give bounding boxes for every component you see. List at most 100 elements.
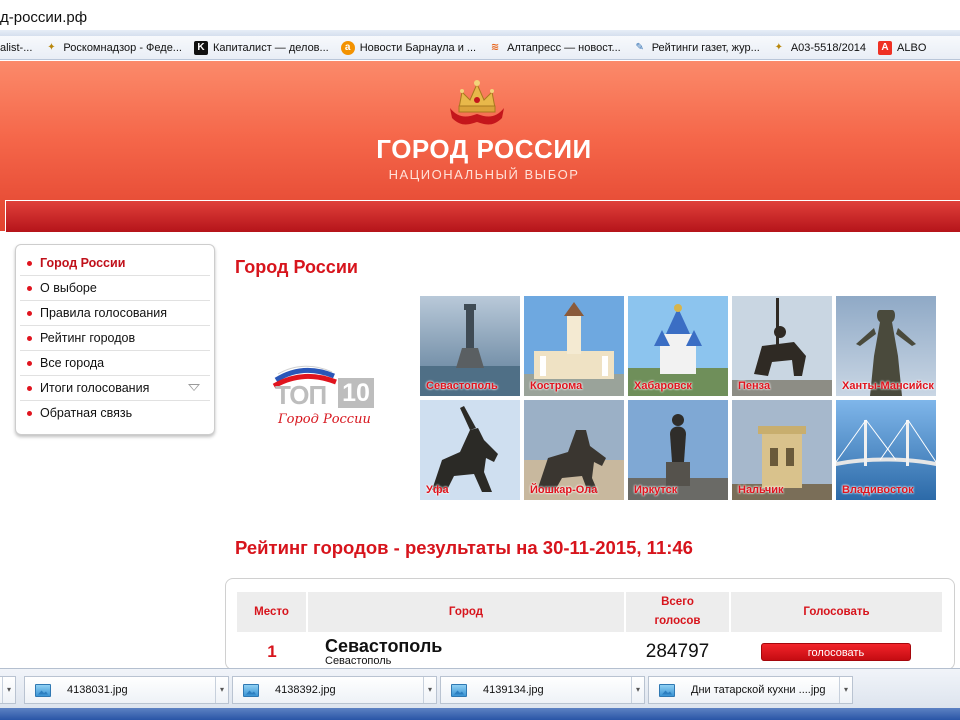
bookmark-label: ALBO (897, 41, 927, 54)
chevron-down-icon[interactable]: ▾ (423, 677, 436, 703)
city-tile-vladivostok[interactable]: Владивосток (836, 400, 936, 500)
bookmark-item[interactable]: ✦ Роскомнадзор - Феде... (44, 41, 182, 55)
sidebar-item-obratnaya-svyaz[interactable]: Обратная связь (20, 401, 210, 426)
image-file-icon (451, 683, 467, 697)
red-navbar (5, 200, 960, 232)
city-label: Йошкар-Ола (530, 484, 598, 496)
bullet-icon (27, 386, 32, 391)
top10-script: Город России (278, 412, 371, 427)
download-item-partial[interactable]: ▾ (0, 676, 16, 704)
sidebar-item-itogi[interactable]: Итоги голосования (20, 376, 210, 401)
image-file-icon (243, 683, 259, 697)
city-photo-grid: Севастополь Кострома Хабаровск Пенза Хан… (420, 296, 938, 500)
bullet-icon (27, 286, 32, 291)
sidebar-menu: Город России О выборе Правила голосовани… (15, 244, 215, 435)
bookmark-item[interactable]: ✎ Рейтинги газет, жур... (633, 41, 760, 55)
col-header-place: Место (237, 592, 308, 632)
sidebar-item-label: Обратная связь (40, 406, 133, 420)
sidebar-item-vse-goroda[interactable]: Все города (20, 351, 210, 376)
sidebar-item-gorod-rossii[interactable]: Город России (20, 251, 210, 276)
wave-icon: ≋ (490, 41, 500, 53)
chevron-down-icon[interactable]: ▾ (839, 677, 852, 703)
bookmark-label: А03-5518/2014 (790, 41, 867, 54)
col-header-vote: Голосовать (730, 592, 942, 632)
city-label: Севастополь (426, 380, 498, 392)
sidebar-item-label: Итоги голосования (40, 381, 150, 395)
rating-title: Рейтинг городов - результаты на 30-11-20… (235, 537, 693, 558)
city-label: Хабаровск (634, 380, 692, 392)
city-label: Кострома (530, 380, 583, 392)
bookmark-label: Роскомнадзор - Феде... (63, 41, 182, 54)
url-text[interactable]: д-россии.рф (0, 9, 87, 26)
bullet-icon (27, 361, 32, 366)
rating-table-box: Место Город Всего голосов Голосовать 1 С… (225, 578, 955, 670)
download-item[interactable]: 4139134.jpg ▾ (440, 676, 645, 704)
bookmark-label: Рейтинги газет, жур... (651, 41, 760, 54)
city-label: Пенза (738, 380, 771, 392)
vote-cell: голосовать (730, 632, 942, 669)
sidebar-item-pravila[interactable]: Правила голосования (20, 301, 210, 326)
city-tile-kostroma[interactable]: Кострома (524, 296, 624, 396)
download-item[interactable]: 4138392.jpg ▾ (232, 676, 437, 704)
city-label: Ханты-Мансийск (842, 380, 934, 392)
city-label: Нальчик (738, 484, 784, 496)
top10-top-text: ТОП (275, 380, 327, 410)
sidebar-item-label: О выборе (40, 281, 97, 295)
top10-number: 10 (338, 378, 374, 408)
city-label: Владивосток (842, 484, 914, 496)
bullet-icon (27, 336, 32, 341)
emblem-icon: ✦ (774, 41, 783, 53)
chevron-down-icon[interactable]: ▾ (2, 677, 15, 703)
bookmark-item[interactable]: ✦ А03-5518/2014 (772, 41, 866, 55)
image-file-icon (35, 683, 51, 697)
sidebar-item-label: Рейтинг городов (40, 331, 136, 345)
city-tile-penza[interactable]: Пенза (732, 296, 832, 396)
col-header-votes: Всего голосов (625, 592, 731, 632)
download-filename: 4139134.jpg (483, 684, 544, 696)
newspaper-icon: ✎ (635, 41, 644, 53)
sidebar-item-label: Все города (40, 356, 105, 370)
download-bar: ▾ 4138031.jpg ▾ 4138392.jpg ▾ 4139134.jpg ▾… (0, 668, 960, 708)
bookmark-item[interactable]: K Капиталист — делов... (193, 40, 329, 55)
city-tile-yoshkar-ola[interactable]: Йошкар-Ола (524, 400, 624, 500)
sidebar-item-o-vybore[interactable]: О выборе (20, 276, 210, 301)
sidebar-item-label: Город России (40, 256, 126, 270)
site-title: ГОРОД РОССИИ (376, 134, 592, 164)
chevron-down-icon[interactable] (188, 384, 200, 391)
place-cell: 1 (267, 642, 277, 661)
city-label: Иркутск (634, 484, 678, 496)
votes-cell: 284797 (645, 641, 710, 662)
bookmark-item[interactable]: ≋ Алтапресс — новост... (488, 41, 621, 55)
city-tile-irkutsk[interactable]: Иркутск (628, 400, 728, 500)
city-tile-nalchik[interactable]: Нальчик (732, 400, 832, 500)
download-filename: 4138392.jpg (275, 684, 336, 696)
city-tile-khabarovsk[interactable]: Хабаровск (628, 296, 728, 396)
download-filename: Дни татарской кухни ....jpg (691, 684, 826, 696)
city-tile-sevastopol[interactable]: Севастополь (420, 296, 520, 396)
bookmark-item[interactable]: alist-... (0, 41, 32, 55)
sidebar-item-reiting[interactable]: Рейтинг городов (20, 326, 210, 351)
download-item[interactable]: 4138031.jpg ▾ (24, 676, 229, 704)
crown-icon (450, 80, 504, 125)
city-tile-khanty-mansiysk[interactable]: Ханты-Мансийск (836, 296, 936, 396)
bullet-icon (27, 311, 32, 316)
site-subtitle: НАЦИОНАЛЬНЫЙ ВЫБОР (388, 167, 580, 182)
bookmark-item[interactable]: a Новости Барнаула и ... (340, 40, 477, 55)
bookmark-label: Капиталист — делов... (212, 41, 329, 54)
k-logo-icon: K (193, 40, 208, 55)
bookmark-label: Новости Барнаула и ... (359, 41, 477, 54)
top10-logo: ТОП 10 Город России (270, 360, 380, 440)
address-bar[interactable]: д-россии.рф (0, 0, 960, 36)
bullet-icon (27, 411, 32, 416)
city-region: Севастополь (325, 655, 392, 667)
bookmarks-bar: alist-... ✦ Роскомнадзор - Феде... K Капит… (0, 36, 960, 60)
download-item[interactable]: Дни татарской кухни ....jpg ▾ (648, 676, 853, 704)
city-tile-ufa[interactable]: Уфа (420, 400, 520, 500)
bookmark-item[interactable]: A ALBO (878, 40, 927, 55)
table-row: 1 Севастополь Севастополь 284797 голосов… (237, 632, 942, 669)
chevron-down-icon[interactable]: ▾ (215, 677, 228, 703)
city-name[interactable]: Севастополь (307, 637, 625, 655)
chevron-down-icon[interactable]: ▾ (631, 677, 644, 703)
bookmark-label: Алтапресс — новост... (507, 41, 621, 54)
vote-button[interactable]: голосовать (761, 643, 911, 661)
